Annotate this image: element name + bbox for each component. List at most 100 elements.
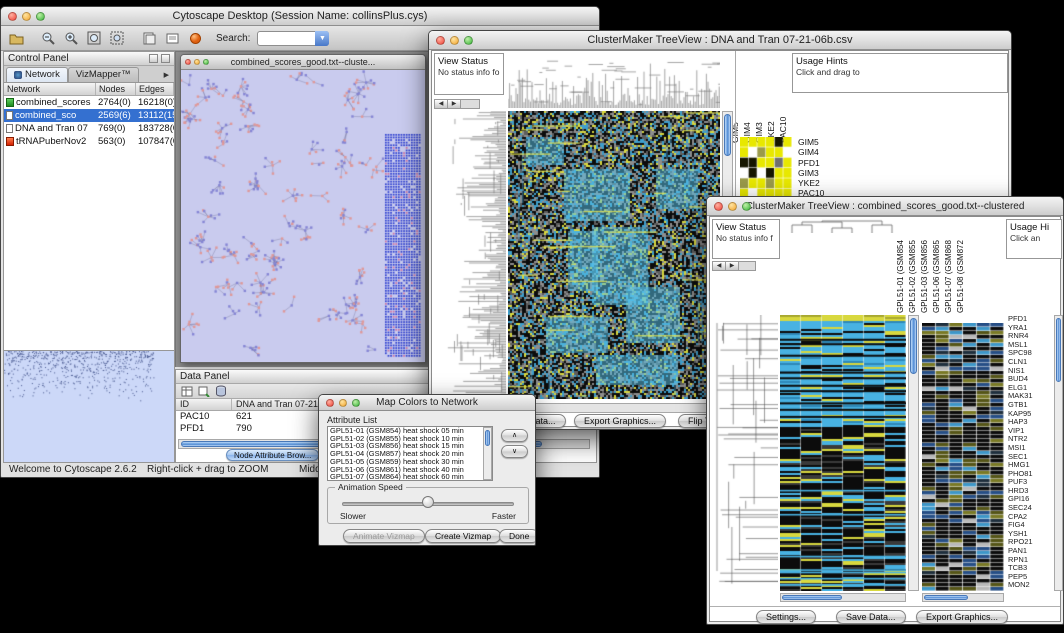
treeview1-vscroll-thumb[interactable]	[724, 114, 731, 156]
gene-list-vscrollbar[interactable]	[1054, 315, 1063, 591]
heatmap2-hscroll-thumb[interactable]	[782, 595, 842, 600]
selection-gene-label[interactable]: PFD1	[798, 158, 824, 168]
zoom-hscrollbar[interactable]	[922, 593, 1004, 602]
network-row[interactable]: DNA and Tran 07 769(0) 183728(0)	[4, 122, 174, 135]
treeview1-minimize-button[interactable]	[450, 36, 459, 45]
heatmap-canvas[interactable]	[508, 111, 720, 399]
tab-overflow-arrow[interactable]: ▶	[161, 68, 172, 82]
column-label[interactable]: YKE2	[766, 55, 777, 143]
open-session-icon[interactable]	[6, 29, 26, 48]
close-button[interactable]	[8, 12, 17, 21]
treeview2-close-button[interactable]	[714, 202, 723, 211]
attribute-list[interactable]: GPL51-01 (GSM854) heat shock 05 minGPL51…	[327, 426, 493, 481]
heatmap2-canvas[interactable]	[780, 315, 906, 591]
array-label[interactable]: GPL51-02 (GSM855	[908, 219, 919, 313]
col-id[interactable]: ID	[176, 399, 232, 410]
dialog-maximize-button[interactable]	[352, 399, 360, 407]
selection-gene-label[interactable]: GIM3	[798, 168, 824, 178]
column-label[interactable]: GIM4	[742, 55, 753, 143]
dialog-close-button[interactable]	[326, 399, 334, 407]
column-dendrogram2-canvas[interactable]	[782, 219, 906, 233]
gene-label[interactable]: MON2	[1008, 581, 1052, 590]
column-label[interactable]: PAC10	[778, 55, 789, 143]
treeview2-vscrollbar[interactable]	[908, 315, 919, 591]
selection-heatmap-canvas[interactable]	[740, 137, 792, 199]
treeview2-vscroll-thumb[interactable]	[910, 318, 917, 374]
array-label[interactable]: GPL51-07 (GSM868	[944, 219, 955, 313]
array-label[interactable]: GPL51-01 (GSM854	[896, 219, 907, 313]
array-label[interactable]: GPL51-03 (GSM856	[920, 219, 931, 313]
network-row[interactable]: combined_scores 2764(0) 16218(0)	[4, 96, 174, 109]
network-view-titlebar[interactable]: combined_scores_good.txt--cluste...	[181, 55, 425, 70]
search-input[interactable]: ▼	[257, 31, 329, 46]
attribute-list-vscroll-thumb[interactable]	[485, 430, 490, 446]
zoom-hscroll-thumb[interactable]	[924, 595, 968, 600]
inner-close-button[interactable]	[185, 59, 191, 65]
row-dendrogram2-canvas[interactable]	[712, 315, 778, 591]
treeview2-save-data-button[interactable]: Save Data...	[836, 610, 906, 624]
treeview1-mini-hscrollbar[interactable]: ◀ ▶	[434, 99, 480, 109]
create-attribute-icon[interactable]	[197, 385, 211, 397]
array-label[interactable]: GPL51-06 (GSM865	[932, 219, 943, 313]
row-dendrogram-canvas[interactable]	[434, 111, 506, 399]
move-down-button[interactable]: ∨	[501, 445, 528, 458]
treeview2-settings-button[interactable]: Settings...	[756, 610, 816, 624]
float-panel-icon[interactable]	[149, 54, 158, 63]
col-network[interactable]: Network	[4, 83, 96, 95]
network-graph-canvas[interactable]	[181, 70, 425, 363]
zoom-fit-icon[interactable]	[84, 29, 104, 48]
treeview1-titlebar[interactable]: ClusterMaker TreeView : DNA and Tran 07-…	[429, 31, 1011, 50]
treeview2-mini-hscrollbar[interactable]: ◀ ▶	[712, 261, 756, 271]
heatmap2-hscrollbar[interactable]	[780, 593, 906, 602]
search-dropdown-arrow-icon[interactable]: ▼	[315, 31, 329, 46]
col-nodes[interactable]: Nodes	[96, 83, 136, 95]
minimize-button[interactable]	[22, 12, 31, 21]
selection-gene-label[interactable]: GIM4	[798, 147, 824, 157]
treeview1-close-button[interactable]	[436, 36, 445, 45]
done-button[interactable]: Done	[499, 529, 536, 543]
zoom-in-icon[interactable]	[61, 29, 81, 48]
attribute-store-icon[interactable]	[214, 385, 228, 397]
scroll-left-icon[interactable]: ◀	[713, 262, 726, 270]
treeview2-minimize-button[interactable]	[728, 202, 737, 211]
node-attribute-browser-button[interactable]: Node Attribute Brow...	[226, 449, 319, 461]
zoom-selected-icon[interactable]	[107, 29, 127, 48]
maximize-button[interactable]	[36, 12, 45, 21]
network-row[interactable]: tRNAPuberNov2 563(0) 107847(0)	[4, 135, 174, 148]
tab-network[interactable]: Network	[6, 67, 68, 82]
animate-vizmap-button[interactable]: Animate Vizmap	[343, 529, 425, 543]
zoom-heatmap-canvas[interactable]	[922, 323, 1004, 591]
selection-gene-label[interactable]: GIM5	[798, 137, 824, 147]
treeview1-maximize-button[interactable]	[464, 36, 473, 45]
treeview2-export-graphics-button[interactable]: Export Graphics...	[916, 610, 1008, 624]
column-dendrogram-canvas[interactable]	[508, 53, 720, 108]
network-view-window[interactable]: combined_scores_good.txt--cluste...	[180, 54, 426, 363]
close-panel-icon[interactable]	[161, 54, 170, 63]
vizmapper-icon[interactable]	[185, 29, 205, 48]
annotation-icon[interactable]	[162, 29, 182, 48]
cytoscape-titlebar[interactable]: Cytoscape Desktop (Session Name: collins…	[1, 7, 599, 26]
treeview2-titlebar[interactable]: ClusterMaker TreeView : combined_scores_…	[707, 197, 1063, 216]
attribute-list-vscrollbar[interactable]	[483, 427, 492, 480]
scroll-right-icon[interactable]: ▶	[726, 262, 739, 270]
network-row[interactable]: combined_sco 2569(6) 13112(15)	[4, 109, 174, 122]
move-up-button[interactable]: ∧	[501, 429, 528, 442]
col-edges[interactable]: Edges	[136, 83, 174, 95]
attribute-item[interactable]: GPL51-07 (GSM864) heat shock 60 min	[328, 473, 492, 481]
dialog-titlebar[interactable]: Map Colors to Network	[319, 395, 535, 411]
scroll-left-icon[interactable]: ◀	[435, 100, 448, 108]
selection-gene-label[interactable]: YKE2	[798, 178, 824, 188]
snapshot-icon[interactable]	[139, 29, 159, 48]
select-attributes-icon[interactable]	[180, 385, 194, 397]
tab-vizmapper[interactable]: VizMapper™	[68, 67, 139, 82]
inner-minimize-button[interactable]	[194, 59, 200, 65]
column-label[interactable]: GIM3	[754, 55, 765, 143]
treeview2-maximize-button[interactable]	[742, 202, 751, 211]
create-vizmap-button[interactable]: Create Vizmap	[425, 529, 501, 543]
speed-slider-thumb[interactable]	[422, 496, 434, 508]
gene-list-vscroll-thumb[interactable]	[1056, 318, 1061, 382]
zoom-out-icon[interactable]	[38, 29, 58, 48]
treeview1-export-graphics-button[interactable]: Export Graphics...	[574, 414, 666, 428]
array-label[interactable]: GPL51-08 (GSM872	[956, 219, 967, 313]
dialog-minimize-button[interactable]	[339, 399, 347, 407]
